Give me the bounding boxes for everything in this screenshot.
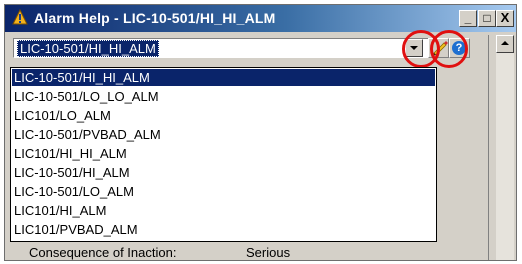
dropdown-item[interactable]: LIC-10-501/LO_LO_ALM xyxy=(12,88,435,105)
alarm-select-combobox[interactable]: LIC-10-501/HI_HI_ALM xyxy=(13,38,443,58)
alarm-help-app-icon xyxy=(12,9,28,25)
alarm-dropdown-list[interactable]: LIC-10-501/HI_HI_ALM LIC-10-501/LO_LO_AL… xyxy=(10,67,437,242)
dropdown-item[interactable]: LIC101/HI_HI_ALM xyxy=(12,145,435,162)
dropdown-item[interactable]: LIC101/HI_ALM xyxy=(12,202,435,219)
window-title: Alarm Help - LIC-10-501/HI_HI_ALM xyxy=(34,10,276,26)
scroll-up-button[interactable] xyxy=(496,35,514,53)
dropdown-item[interactable]: LIC-10-501/LO_ALM xyxy=(12,183,435,200)
close-button[interactable]: X xyxy=(496,10,514,27)
dropdown-item[interactable]: LIC101/LO_ALM xyxy=(12,107,435,124)
dropdown-item[interactable]: LIC-10-501/PVBAD_ALM xyxy=(12,126,435,143)
dropdown-item[interactable]: LIC-10-501/HI_HI_ALM xyxy=(12,69,435,86)
alarm-help-window: Alarm Help - LIC-10-501/HI_HI_ALM _ □ X … xyxy=(4,4,517,261)
minimize-button[interactable]: _ xyxy=(459,10,477,27)
consequence-value: Serious xyxy=(246,245,291,260)
vertical-scrollbar[interactable] xyxy=(496,35,514,260)
consequence-label: Consequence of Inaction: xyxy=(29,245,177,260)
annotation-circle-edit xyxy=(430,30,468,68)
panel-divider xyxy=(488,35,489,260)
dropdown-item[interactable]: LIC101/PVBAD_ALM xyxy=(12,221,435,238)
title-bar[interactable]: Alarm Help - LIC-10-501/HI_HI_ALM _ □ X xyxy=(5,5,516,32)
dropdown-item[interactable]: LIC-10-501/HI_ALM xyxy=(12,164,435,181)
alarm-select-value: LIC-10-501/HI_HI_ALM xyxy=(17,40,159,57)
maximize-button[interactable]: □ xyxy=(478,10,496,27)
